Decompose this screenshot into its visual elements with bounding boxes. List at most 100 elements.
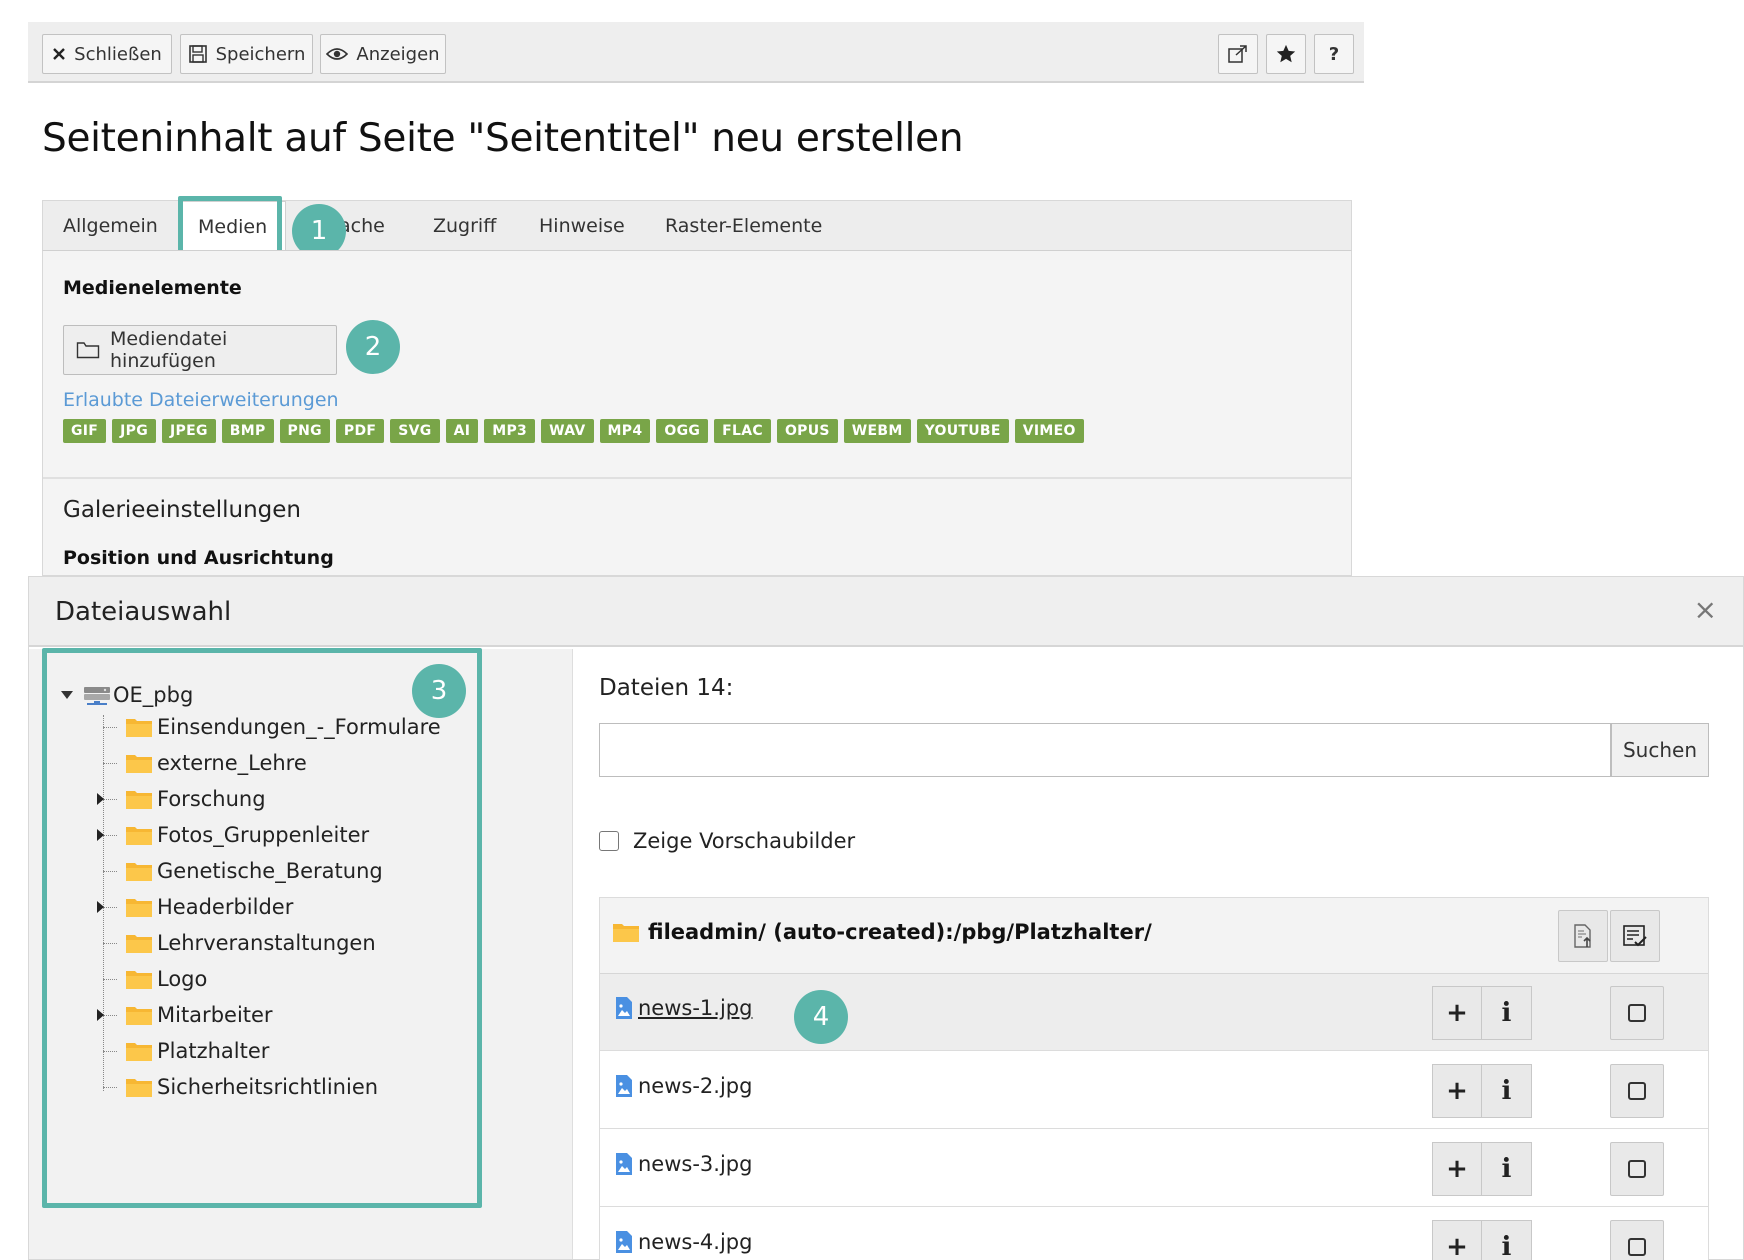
tab-media[interactable]: Medien: [179, 201, 287, 252]
search-input[interactable]: [599, 723, 1611, 777]
select-file-checkbox[interactable]: [1610, 986, 1664, 1040]
tree-item[interactable]: Forschung: [97, 781, 266, 817]
tree-item[interactable]: Platzhalter: [103, 1033, 269, 1069]
file-info-button[interactable]: i: [1482, 986, 1532, 1040]
modal-close-button[interactable]: ×: [1694, 595, 1717, 625]
folder-icon: [125, 824, 153, 846]
extension-badge: JPEG: [162, 419, 216, 443]
extension-badge: MP4: [599, 419, 651, 443]
file-name-link[interactable]: news-2.jpg: [614, 1074, 752, 1098]
add-file-button[interactable]: +: [1432, 1220, 1482, 1260]
add-file-button[interactable]: +: [1432, 1064, 1482, 1118]
expand-arrow-icon[interactable]: [97, 901, 104, 913]
file-row[interactable]: news-2.jpg + i: [600, 1052, 1708, 1129]
file-table-header: fileadmin/ (auto-created):/pbg/Platzhalt…: [600, 898, 1708, 974]
close-button-label: Schließen: [74, 43, 162, 65]
expand-arrow-icon[interactable]: [97, 1009, 104, 1021]
extension-badge: SVG: [390, 419, 440, 443]
file-name-link[interactable]: news-3.jpg: [614, 1152, 752, 1176]
tree-connector: [103, 1050, 117, 1052]
tab-language[interactable]: ache: [339, 201, 385, 251]
show-thumbnails-checkbox[interactable]: [599, 831, 619, 851]
tree-connector: [103, 726, 117, 728]
close-button[interactable]: Schließen: [42, 34, 172, 74]
search-button[interactable]: Suchen: [1611, 723, 1709, 777]
tree-item[interactable]: Headerbilder: [97, 889, 293, 925]
page-title: Seiteninhalt auf Seite "Seitentitel" neu…: [42, 116, 964, 161]
image-file-icon: [614, 996, 634, 1020]
show-thumbnails-toggle[interactable]: Zeige Vorschaubilder: [599, 829, 855, 853]
folder-path: fileadmin/ (auto-created):/pbg/Platzhalt…: [612, 920, 1152, 944]
extension-badge: OGG: [656, 419, 709, 443]
image-file-icon: [614, 1074, 634, 1098]
tree-item-label: Lehrveranstaltungen: [157, 931, 376, 955]
modal-header: Dateiauswahl ×: [29, 577, 1743, 647]
folder-path-label: fileadmin/ (auto-created):/pbg/Platzhalt…: [648, 920, 1152, 944]
tree-item[interactable]: Einsendungen_-_Formulare: [103, 709, 441, 745]
tree-connector: [103, 870, 117, 872]
file-row[interactable]: news-1.jpg + i: [600, 974, 1708, 1051]
save-button[interactable]: Speichern: [180, 34, 313, 74]
tree-item[interactable]: Mitarbeiter: [97, 997, 273, 1033]
expand-arrow-icon[interactable]: [97, 793, 104, 805]
file-actions: + i: [1432, 1142, 1532, 1196]
folder-outline-icon: [76, 341, 100, 359]
tree-item[interactable]: Logo: [103, 961, 207, 997]
extension-badge: FLAC: [714, 419, 771, 443]
select-file-checkbox[interactable]: [1610, 1064, 1664, 1118]
tree-item[interactable]: Sicherheitsrichtlinien: [103, 1069, 378, 1105]
folder-icon: [125, 968, 153, 990]
tree-item[interactable]: Lehrveranstaltungen: [103, 925, 376, 961]
file-info-button[interactable]: i: [1482, 1142, 1532, 1196]
select-file-checkbox[interactable]: [1610, 1142, 1664, 1196]
help-button[interactable]: ?: [1314, 34, 1354, 74]
tree-item[interactable]: Fotos_Gruppenleiter: [97, 817, 370, 853]
view-button-label: Anzeigen: [356, 43, 440, 65]
add-media-file-button[interactable]: Mediendatei hinzufügen: [63, 325, 337, 375]
checkbox-icon: [1628, 1004, 1646, 1022]
file-name-link[interactable]: news-4.jpg: [614, 1230, 752, 1254]
tree-root[interactable]: OE_pbg: [61, 683, 193, 707]
file-actions: + i: [1432, 1064, 1532, 1118]
tree-item[interactable]: externe_Lehre: [103, 745, 307, 781]
add-file-button[interactable]: +: [1432, 986, 1482, 1040]
view-button[interactable]: Anzeigen: [320, 34, 446, 74]
select-all-button[interactable]: [1610, 910, 1660, 962]
image-file-icon: [614, 1230, 634, 1254]
save-button-label: Speichern: [215, 43, 306, 65]
open-new-window-button[interactable]: [1218, 34, 1258, 74]
file-info-button[interactable]: i: [1482, 1220, 1532, 1260]
tab-grid-elements[interactable]: Raster-Elemente: [665, 201, 822, 251]
tree-item-label: Fotos_Gruppenleiter: [157, 823, 370, 847]
tab-notes[interactable]: Hinweise: [539, 201, 625, 251]
external-link-icon: [1227, 44, 1249, 64]
extension-badge: MP3: [484, 419, 536, 443]
file-selection-modal: Dateiauswahl × OE_pbg Einsendungen_-_For…: [28, 576, 1744, 1260]
file-row[interactable]: news-3.jpg + i: [600, 1130, 1708, 1207]
tree-connector: [103, 762, 117, 764]
file-name: news-4.jpg: [638, 1230, 753, 1254]
tree-connector: [103, 1086, 117, 1088]
file-info-button[interactable]: i: [1482, 1064, 1532, 1118]
import-selection-button[interactable]: [1558, 910, 1608, 962]
tab-access[interactable]: Zugriff: [433, 201, 496, 251]
file-row[interactable]: news-4.jpg + i: [600, 1208, 1708, 1260]
expand-arrow-icon[interactable]: [97, 829, 104, 841]
tree-item-label: Forschung: [157, 787, 266, 811]
add-file-button[interactable]: +: [1432, 1142, 1482, 1196]
file-name-link[interactable]: news-1.jpg: [614, 996, 752, 1020]
collapse-caret-icon[interactable]: [61, 691, 73, 699]
tree-item[interactable]: Genetische_Beratung: [103, 853, 383, 889]
file-list-pane: Dateien 14: Suchen Zeige Vorschaubilder …: [573, 649, 1743, 1260]
files-count-label: Dateien 14:: [599, 675, 734, 701]
select-file-checkbox[interactable]: [1610, 1220, 1664, 1260]
extension-badge: WEBM: [843, 419, 911, 443]
close-icon: [52, 47, 66, 61]
allowed-extensions-link[interactable]: Erlaubte Dateierweiterungen: [63, 389, 339, 411]
bookmark-button[interactable]: [1266, 34, 1306, 74]
tab-general[interactable]: Allgemein: [63, 201, 158, 251]
tree-item-label: Einsendungen_-_Formulare: [157, 715, 441, 739]
folder-icon: [125, 896, 153, 918]
folder-tree-pane: OE_pbg Einsendungen_-_Formulare externe_…: [29, 649, 573, 1259]
extension-badges: GIF JPG JPEG BMP PNG PDF SVG AI MP3 WAV …: [63, 419, 1084, 443]
